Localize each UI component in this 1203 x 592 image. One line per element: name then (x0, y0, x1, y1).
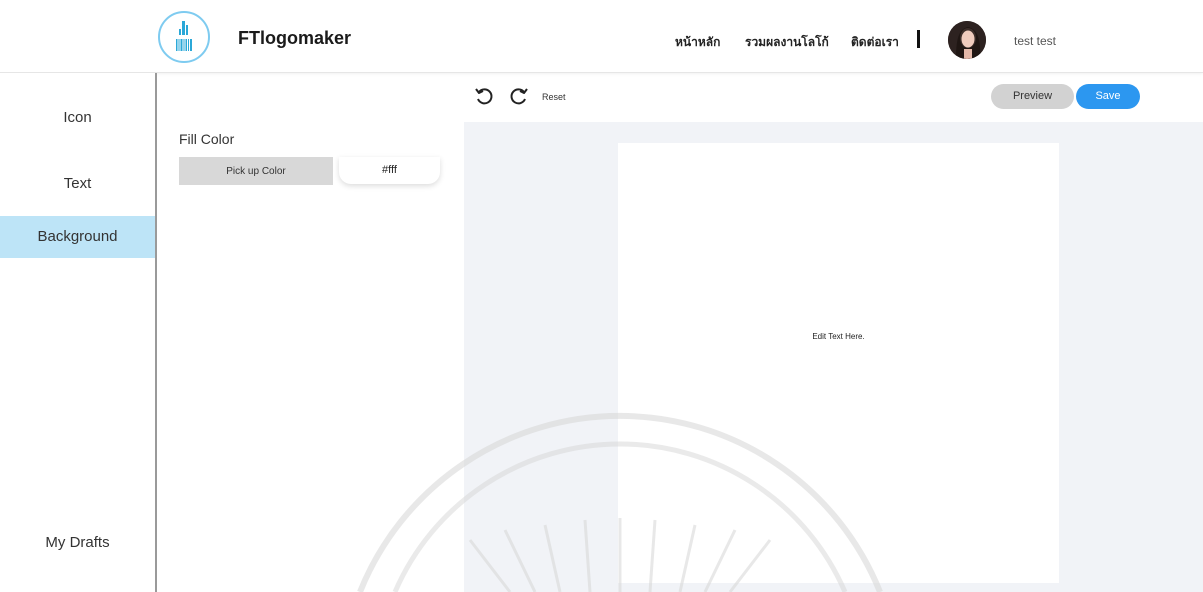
nav-portfolio[interactable]: รวมผลงานโลโก้ (745, 33, 829, 52)
avatar-image (948, 21, 986, 59)
preview-button[interactable]: Preview (991, 84, 1074, 109)
nav-contact[interactable]: ติดต่อเรา (851, 33, 899, 52)
reset-button[interactable]: Reset (542, 92, 566, 102)
canvas-text[interactable]: Edit Text Here. (618, 332, 1059, 341)
save-button[interactable]: Save (1076, 84, 1140, 109)
fill-color-title: Fill Color (179, 131, 235, 147)
logo-artboard[interactable]: Edit Text Here. (618, 143, 1059, 583)
brand-name[interactable]: FTlogomaker (238, 28, 351, 49)
sidebar-item-my-drafts[interactable]: My Drafts (0, 534, 155, 551)
brand-logo-icon[interactable] (158, 11, 210, 63)
username-label[interactable]: test test (1014, 34, 1056, 48)
undo-icon[interactable] (474, 86, 494, 106)
sidebar-item-text[interactable]: Text (0, 175, 155, 192)
nav-home[interactable]: หน้าหลัก (675, 33, 720, 52)
redo-glyph (510, 88, 528, 105)
undo-glyph (475, 88, 493, 105)
top-header: FTlogomaker หน้าหลัก รวมผลงานโลโก้ ติดต่… (0, 0, 1203, 73)
left-sidebar: Icon Text Background My Drafts (0, 73, 157, 592)
user-avatar[interactable] (948, 21, 986, 59)
sidebar-item-background[interactable]: Background (0, 216, 155, 258)
barcode-logo-icon (176, 21, 192, 51)
pick-color-button[interactable]: Pick up Color (179, 157, 333, 185)
color-value-field[interactable]: #fff (339, 157, 440, 184)
nav-divider (917, 30, 920, 48)
sidebar-item-icon[interactable]: Icon (0, 109, 155, 126)
redo-icon[interactable] (509, 86, 529, 106)
